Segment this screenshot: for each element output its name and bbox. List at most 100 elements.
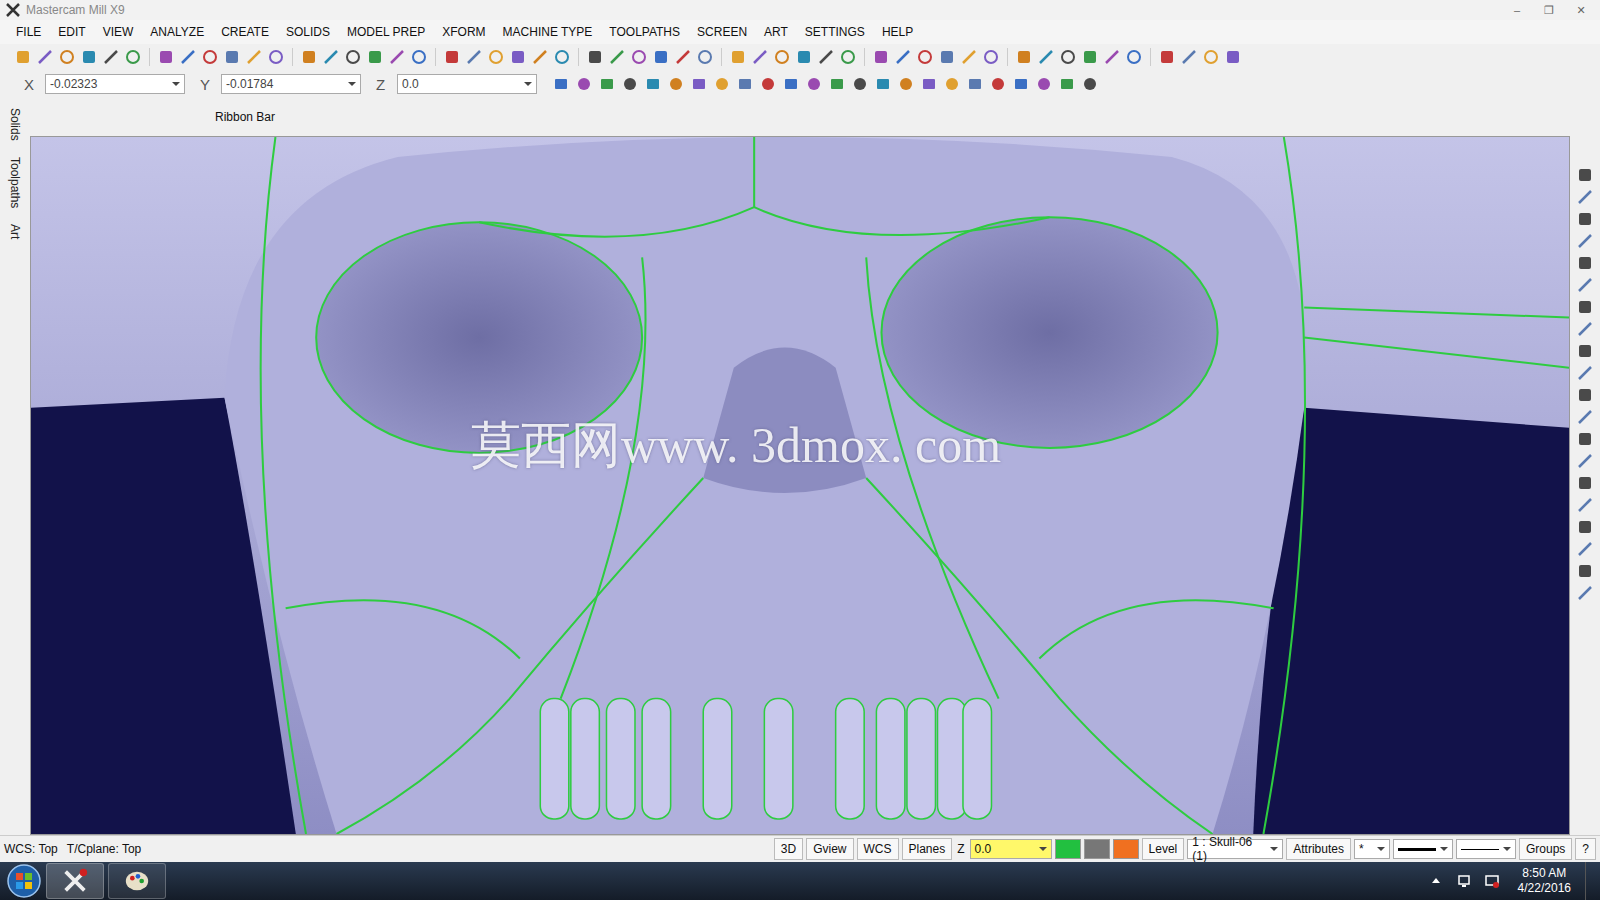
clock[interactable]: 8:50 AM 4/22/2016	[1508, 866, 1581, 896]
status-button[interactable]: WCS	[857, 838, 899, 860]
line-width-field[interactable]	[1456, 839, 1516, 859]
coordinate-field[interactable]: 0.0	[397, 74, 537, 94]
tool-icon[interactable]	[713, 75, 731, 93]
tool-icon[interactable]	[1576, 232, 1594, 250]
paint-taskbar-button[interactable]	[108, 863, 166, 899]
surface-color-icon[interactable]	[1084, 839, 1110, 859]
menu-item[interactable]: CREATE	[221, 25, 269, 39]
attributes-button[interactable]: Attributes	[1286, 838, 1351, 860]
tool-icon[interactable]	[388, 48, 406, 66]
menu-item[interactable]: TOOLPATHS	[609, 25, 680, 39]
mastercam-taskbar-button[interactable]	[46, 863, 104, 899]
tool-icon[interactable]	[586, 48, 604, 66]
tool-icon[interactable]	[751, 48, 769, 66]
tool-icon[interactable]	[839, 48, 857, 66]
tool-icon[interactable]	[102, 48, 120, 66]
tool-icon[interactable]	[267, 48, 285, 66]
manager-tab[interactable]: Art	[8, 224, 22, 239]
tool-icon[interactable]	[1576, 452, 1594, 470]
tool-icon[interactable]	[696, 48, 714, 66]
show-desktop-button[interactable]	[1585, 862, 1600, 900]
tool-icon[interactable]	[1081, 75, 1099, 93]
tool-icon[interactable]	[897, 75, 915, 93]
solid-color-icon[interactable]	[1113, 839, 1139, 859]
tool-icon[interactable]	[410, 48, 428, 66]
tool-icon[interactable]	[1576, 320, 1594, 338]
tool-icon[interactable]	[553, 48, 571, 66]
tool-icon[interactable]	[552, 75, 570, 93]
tool-icon[interactable]	[608, 48, 626, 66]
tool-icon[interactable]	[487, 48, 505, 66]
tool-icon[interactable]	[1037, 48, 1055, 66]
tool-icon[interactable]	[1576, 254, 1594, 272]
menu-item[interactable]: VIEW	[103, 25, 134, 39]
tool-icon[interactable]	[874, 75, 892, 93]
tool-icon[interactable]	[652, 48, 670, 66]
tool-icon[interactable]	[1012, 75, 1030, 93]
tool-icon[interactable]	[465, 48, 483, 66]
menu-item[interactable]: SETTINGS	[805, 25, 865, 39]
manager-tab[interactable]: Toolpaths	[8, 157, 22, 208]
network-icon[interactable]	[1456, 873, 1472, 889]
tool-icon[interactable]	[782, 75, 800, 93]
z-depth-field[interactable]: 0.0	[970, 839, 1052, 859]
menu-item[interactable]: MACHINE TYPE	[503, 25, 593, 39]
tool-icon[interactable]	[621, 75, 639, 93]
tool-icon[interactable]	[366, 48, 384, 66]
tool-icon[interactable]	[1576, 430, 1594, 448]
tool-icon[interactable]	[1576, 584, 1594, 602]
tool-icon[interactable]	[1059, 48, 1077, 66]
tool-icon[interactable]	[575, 75, 593, 93]
tool-icon[interactable]	[1202, 48, 1220, 66]
tool-icon[interactable]	[667, 75, 685, 93]
color-swatch-icon[interactable]	[1055, 839, 1081, 859]
tool-icon[interactable]	[300, 48, 318, 66]
tool-icon[interactable]	[872, 48, 890, 66]
status-button[interactable]: Planes	[902, 838, 953, 860]
tool-icon[interactable]	[1125, 48, 1143, 66]
tool-icon[interactable]	[1576, 188, 1594, 206]
tool-icon[interactable]	[1576, 474, 1594, 492]
start-button[interactable]	[6, 863, 42, 899]
menu-item[interactable]: EDIT	[58, 25, 85, 39]
tool-icon[interactable]	[1224, 48, 1242, 66]
tool-icon[interactable]	[966, 75, 984, 93]
tool-icon[interactable]	[795, 48, 813, 66]
tool-icon[interactable]	[1576, 518, 1594, 536]
menu-item[interactable]: ART	[764, 25, 788, 39]
tool-icon[interactable]	[1103, 48, 1121, 66]
tool-icon[interactable]	[1015, 48, 1033, 66]
menu-item[interactable]: ANALYZE	[150, 25, 204, 39]
manager-tab[interactable]: Solids	[8, 108, 22, 141]
level-field[interactable]: 1 : Skull-06 (1)	[1187, 839, 1283, 859]
tool-icon[interactable]	[344, 48, 362, 66]
tool-icon[interactable]	[1576, 540, 1594, 558]
menu-item[interactable]: SCREEN	[697, 25, 747, 39]
line-style-field[interactable]	[1393, 839, 1453, 859]
tool-icon[interactable]	[1576, 298, 1594, 316]
point-style-field[interactable]: *	[1354, 839, 1390, 859]
tool-icon[interactable]	[916, 48, 934, 66]
tool-icon[interactable]	[322, 48, 340, 66]
tool-icon[interactable]	[1576, 386, 1594, 404]
tray-expand-icon[interactable]	[1428, 873, 1444, 889]
tool-icon[interactable]	[1576, 496, 1594, 514]
tool-icon[interactable]	[736, 75, 754, 93]
menu-item[interactable]: SOLIDS	[286, 25, 330, 39]
help-button[interactable]: ?	[1575, 838, 1596, 860]
tool-icon[interactable]	[598, 75, 616, 93]
tool-icon[interactable]	[80, 48, 98, 66]
status-button[interactable]: Gview	[806, 838, 853, 860]
coordinate-field[interactable]: -0.02323	[45, 74, 185, 94]
tool-icon[interactable]	[1576, 166, 1594, 184]
tool-icon[interactable]	[630, 48, 648, 66]
action-center-icon[interactable]	[1484, 873, 1500, 889]
tool-icon[interactable]	[960, 48, 978, 66]
tool-icon[interactable]	[1576, 364, 1594, 382]
tool-icon[interactable]	[690, 75, 708, 93]
tool-icon[interactable]	[759, 75, 777, 93]
tool-icon[interactable]	[1081, 48, 1099, 66]
tool-icon[interactable]	[674, 48, 692, 66]
tool-icon[interactable]	[1576, 276, 1594, 294]
tool-icon[interactable]	[223, 48, 241, 66]
